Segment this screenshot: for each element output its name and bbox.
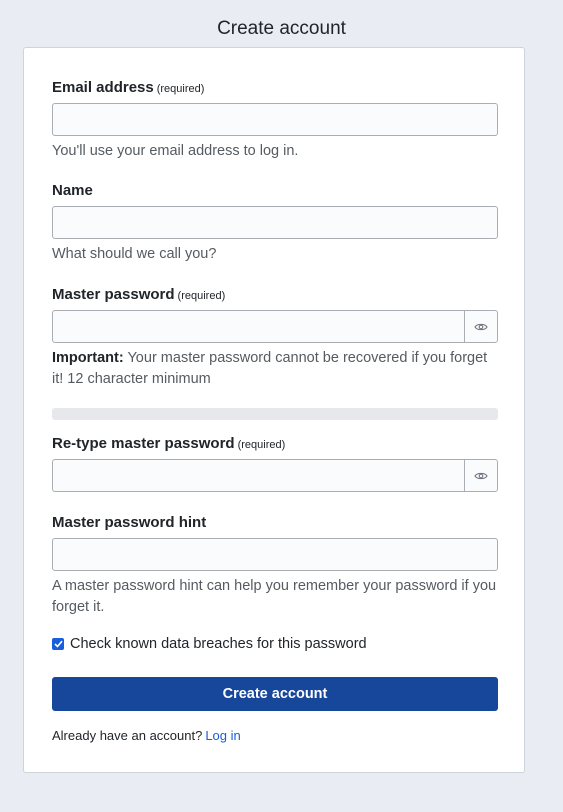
login-prompt: Already have an account? (52, 728, 203, 743)
create-account-button[interactable]: Create account (52, 677, 498, 711)
email-hint: You'll use your email address to log in. (52, 143, 299, 159)
email-field[interactable] (52, 103, 498, 136)
name-label: Name (52, 182, 93, 199)
breach-check-checkbox[interactable] (52, 638, 64, 650)
name-group: Name What should we call you? (52, 181, 498, 265)
eye-icon (474, 472, 488, 479)
master-password-hint-strong: Important: (52, 350, 124, 366)
name-hint: What should we call you? (52, 246, 217, 262)
email-group: Email address (required) You'll use your … (52, 78, 498, 162)
password-hint-field[interactable] (52, 538, 498, 571)
required-note: (required) (177, 290, 226, 302)
email-label: Email address (52, 79, 154, 96)
retype-password-label: Re-type master password (52, 435, 235, 452)
password-strength-meter (52, 408, 498, 420)
required-note: (required) (156, 83, 205, 95)
master-password-field[interactable] (52, 310, 498, 343)
toggle-password-visibility-button[interactable] (464, 311, 497, 342)
page-title: Create account (217, 18, 346, 39)
eye-icon (474, 323, 488, 330)
password-hint-label: Master password hint (52, 514, 207, 531)
required-note: (required) (237, 439, 286, 451)
breach-check-label[interactable]: Check known data breaches for this passw… (70, 636, 367, 652)
create-account-card: Email address (required) You'll use your … (23, 47, 525, 773)
toggle-retype-visibility-button[interactable] (464, 460, 497, 491)
master-password-group: Master password (required) Important: You… (52, 285, 498, 390)
breach-check-row: Check known data breaches for this passw… (52, 636, 367, 652)
retype-password-group: Re-type master password (required) (52, 434, 498, 492)
password-hint-group: Master password hint A master password h… (52, 513, 498, 618)
password-hint-help: A master password hint can help you reme… (52, 578, 497, 615)
checkmark-icon (53, 640, 63, 648)
master-password-label: Master password (52, 286, 175, 303)
name-field[interactable] (52, 206, 498, 239)
login-link[interactable]: Log in (205, 728, 240, 743)
retype-password-field[interactable] (52, 459, 498, 492)
